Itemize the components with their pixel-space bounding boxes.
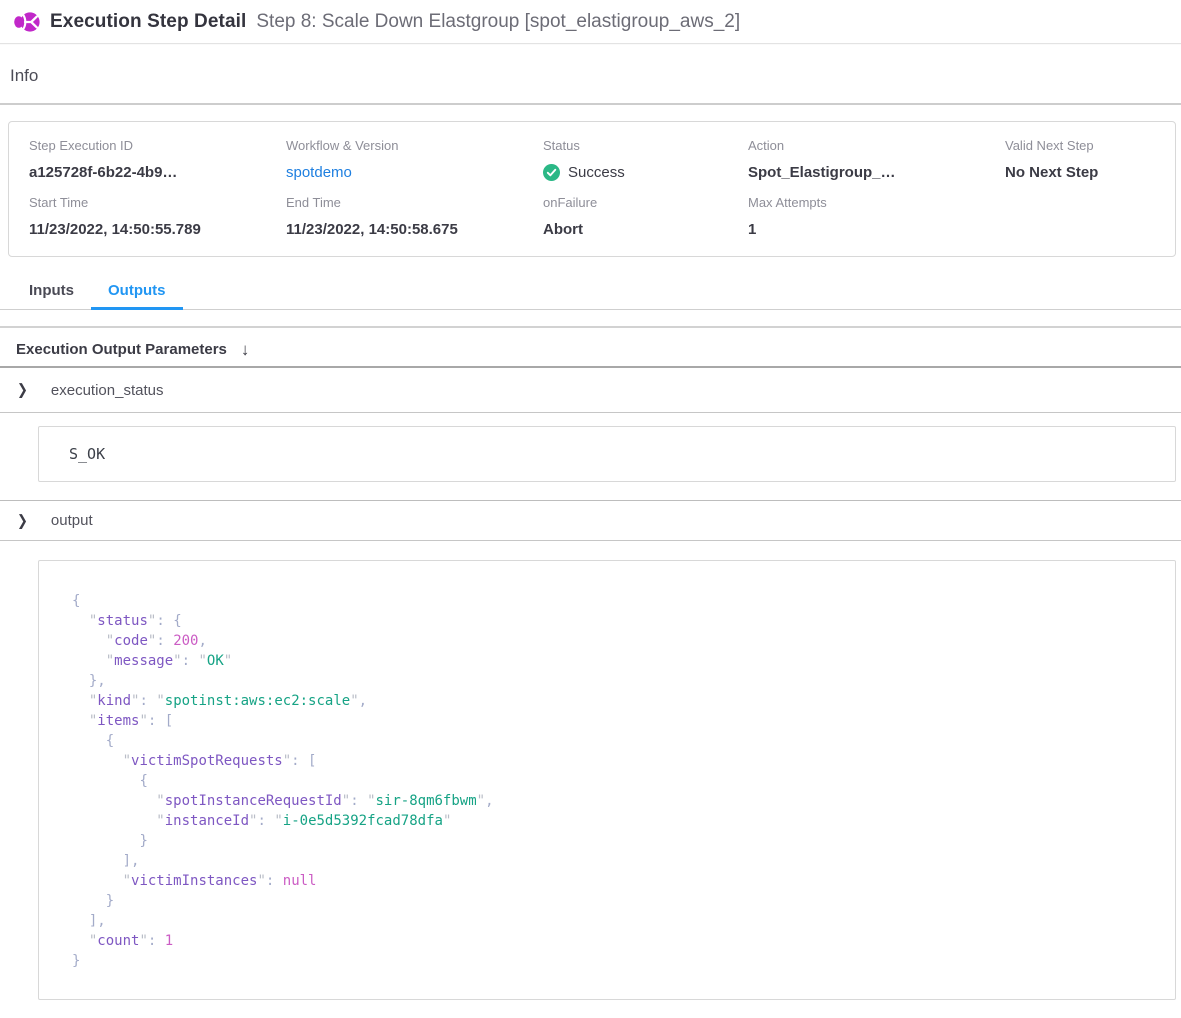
execution-status-value: S_OK	[69, 445, 105, 463]
field-value: Spot_Elastigroup_…	[748, 164, 1005, 181]
field-value: 1	[748, 221, 1005, 238]
field-value: 11/23/2022, 14:50:58.675	[286, 221, 543, 238]
output-json-code: { "status": { "code": 200, "message": "O…	[39, 561, 1175, 999]
field-value: Abort	[543, 221, 748, 238]
field-onfailure: onFailure Abort	[543, 195, 748, 238]
param-name: execution_status	[51, 382, 164, 399]
step-info-card: Step Execution ID a125728f-6b22-4b9… Wor…	[8, 121, 1176, 257]
output-parameters-title: Execution Output Parameters	[16, 341, 227, 358]
field-label: Step Execution ID	[29, 138, 286, 153]
param-row-output[interactable]: ❯ output	[0, 501, 1181, 541]
info-divider	[0, 103, 1181, 105]
field-empty	[1005, 195, 1175, 238]
field-label: Max Attempts	[748, 195, 1005, 210]
field-step-execution-id: Step Execution ID a125728f-6b22-4b9…	[29, 138, 286, 181]
field-label: Action	[748, 138, 1005, 153]
page-title: Execution Step Detail	[50, 11, 246, 33]
field-value: a125728f-6b22-4b9…	[29, 164, 286, 181]
param-name: output	[51, 512, 93, 529]
info-section-heading: Info	[10, 64, 1181, 88]
output-json-box: { "status": { "code": 200, "message": "O…	[38, 560, 1176, 1000]
field-label: Start Time	[29, 195, 286, 210]
field-valid-next-step: Valid Next Step No Next Step	[1005, 138, 1175, 181]
field-label: Valid Next Step	[1005, 138, 1175, 153]
chevron-right-icon[interactable]: ❯	[17, 381, 28, 399]
execution-status-value-box: S_OK	[38, 426, 1176, 482]
field-label: Status	[543, 138, 748, 153]
workflow-link[interactable]: spotdemo	[286, 164, 543, 181]
page-header: Execution Step Detail Step 8: Scale Down…	[0, 0, 1181, 44]
tab-outputs[interactable]: Outputs	[91, 275, 183, 310]
check-circle-icon	[543, 164, 560, 181]
field-value: No Next Step	[1005, 164, 1175, 181]
download-arrow-icon[interactable]: ↓	[241, 341, 250, 358]
field-label: onFailure	[543, 195, 748, 210]
chevron-right-icon[interactable]: ❯	[17, 511, 28, 529]
resolve-actions-logo-icon	[14, 9, 40, 35]
tab-inputs[interactable]: Inputs	[12, 275, 91, 310]
status-badge: Success	[568, 164, 625, 181]
field-workflow-version: Workflow & Version spotdemo	[286, 138, 543, 181]
field-label: Workflow & Version	[286, 138, 543, 153]
page-subtitle: Step 8: Scale Down Elastgroup [spot_elas…	[256, 11, 740, 33]
field-start-time: Start Time 11/23/2022, 14:50:55.789	[29, 195, 286, 238]
field-status: Status Success	[543, 138, 748, 181]
field-action: Action Spot_Elastigroup_…	[748, 138, 1005, 181]
field-label: End Time	[286, 195, 543, 210]
tab-section-divider	[0, 326, 1181, 328]
inputs-outputs-tabbar: Inputs Outputs	[0, 275, 1181, 310]
param-row-execution-status[interactable]: ❯ execution_status	[0, 368, 1181, 413]
field-max-attempts: Max Attempts 1	[748, 195, 1005, 238]
field-end-time: End Time 11/23/2022, 14:50:58.675	[286, 195, 543, 238]
field-value: 11/23/2022, 14:50:55.789	[29, 221, 286, 238]
